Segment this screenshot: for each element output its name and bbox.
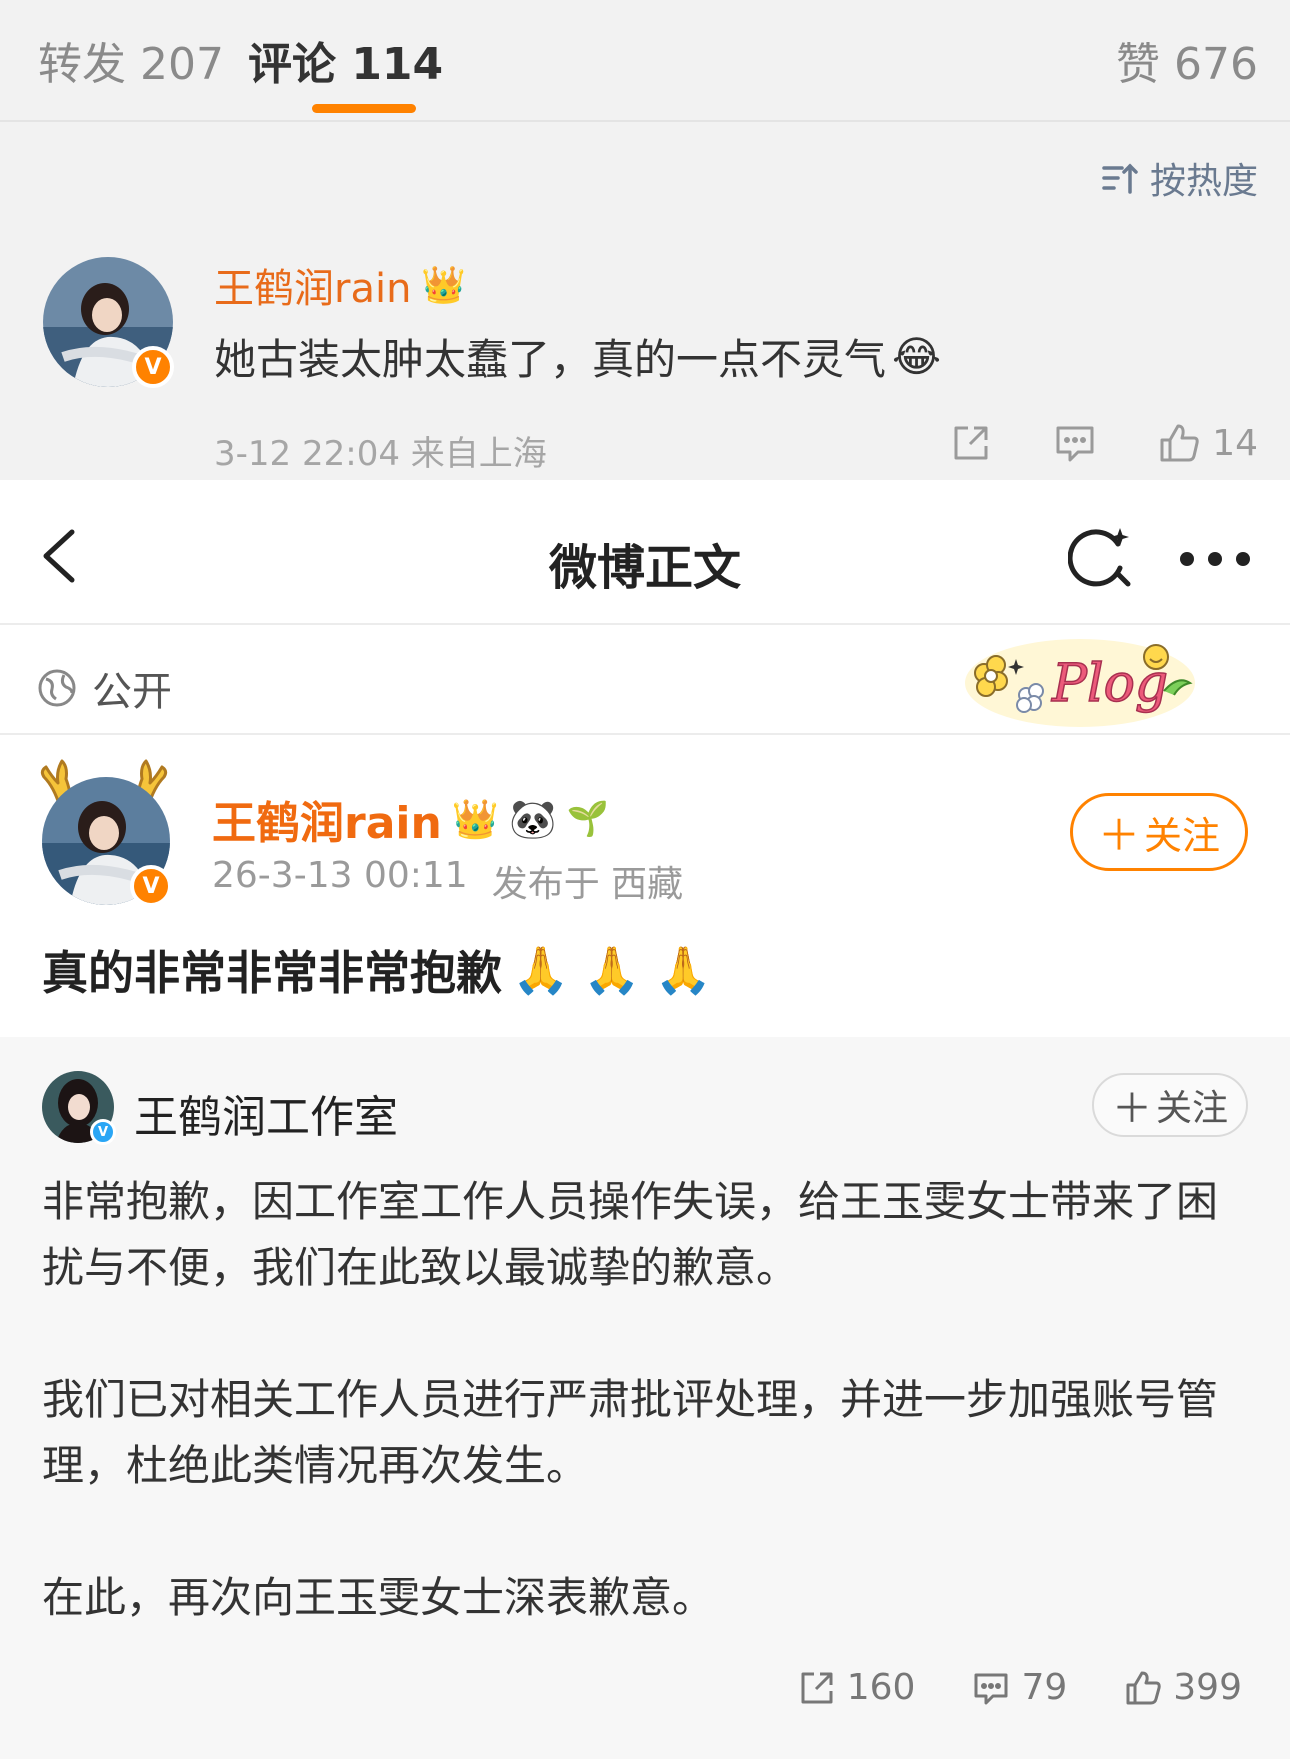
globe-icon bbox=[38, 669, 76, 707]
more-icon[interactable] bbox=[1180, 552, 1250, 566]
repost-author[interactable]: 王鹤润工作室 bbox=[134, 1081, 398, 1145]
repost-actions: 160 79 399 bbox=[797, 1667, 1242, 1708]
like-icon bbox=[1126, 1671, 1161, 1704]
folded-hands-icon: 🙏 bbox=[654, 942, 712, 997]
plus-icon: ＋ bbox=[1111, 1086, 1152, 1132]
search-icon[interactable] bbox=[1068, 524, 1134, 590]
comment-like-count: 14 bbox=[1212, 422, 1258, 464]
like-icon bbox=[1160, 424, 1199, 462]
visibility-bar: 公开 Plog bbox=[0, 627, 1290, 735]
post-author[interactable]: 王鹤润rain 👑 🐼 🌱 bbox=[212, 787, 609, 851]
repost-paragraph: 非常抱歉，因工作室工作人员操作失误，给王玉雯女士带来了困扰与不便，我们在此致以最… bbox=[42, 1177, 1219, 1292]
repost-paragraph: 在此，再次向王玉雯女士深表歉意。 bbox=[42, 1573, 715, 1622]
verified-badge-icon: V bbox=[130, 865, 172, 907]
crown-icon: 👑 bbox=[421, 265, 467, 306]
comment-count: 79 bbox=[1021, 1667, 1068, 1708]
like-button[interactable]: 14 bbox=[1156, 420, 1258, 466]
tab-likes[interactable]: 赞 676 bbox=[1116, 28, 1258, 92]
post-location: 发布于 西藏 bbox=[491, 864, 684, 905]
active-tab-indicator bbox=[312, 104, 416, 113]
post-date: 26-3-13 00:11 bbox=[212, 855, 468, 896]
repost-share-button[interactable]: 160 bbox=[797, 1667, 916, 1708]
share-icon bbox=[954, 426, 988, 460]
post-body: 真的非常非常非常抱歉 bbox=[42, 946, 502, 1000]
visibility-label: 公开 bbox=[36, 659, 172, 717]
verified-badge-icon: V bbox=[132, 346, 174, 388]
sprout-icon: 🌱 bbox=[566, 799, 609, 839]
follow-label: 关注 bbox=[1144, 813, 1221, 858]
share-button[interactable] bbox=[948, 420, 994, 466]
like-count: 399 bbox=[1173, 1667, 1242, 1708]
comment-text: 她古装太肿太蠢了，真的一点不灵气 😂 bbox=[214, 326, 941, 387]
folded-hands-icon: 🙏 bbox=[583, 942, 641, 997]
repost-follow-label: 关注 bbox=[1155, 1088, 1228, 1129]
nav-bar: 微博正文 bbox=[0, 480, 1290, 625]
comment-meta: 3-12 22:04 来自上海 bbox=[214, 434, 547, 474]
comment-actions: 14 bbox=[948, 420, 1258, 466]
share-icon bbox=[801, 1672, 833, 1703]
comment-body: 她古装太肿太蠢了，真的一点不灵气 bbox=[214, 335, 887, 384]
repost-paragraph: 我们已对相关工作人员进行严肃批评处理，并进一步加强账号管理，杜绝此类情况再次发生… bbox=[42, 1375, 1219, 1490]
repost-like-button[interactable]: 399 bbox=[1123, 1667, 1242, 1708]
follow-button[interactable]: ＋ 关注 bbox=[1070, 793, 1248, 871]
comment-author[interactable]: 王鹤润rain 👑 bbox=[214, 256, 466, 314]
share-count: 160 bbox=[846, 1667, 916, 1708]
sort-icon bbox=[1102, 163, 1138, 194]
crown-icon: 👑 bbox=[451, 796, 500, 841]
visibility-text: 公开 bbox=[92, 669, 172, 715]
verified-badge-icon: V bbox=[90, 1119, 116, 1145]
comment-author-name: 王鹤润rain bbox=[214, 266, 412, 312]
tab-reposts[interactable]: 转发 207 bbox=[38, 28, 224, 92]
reply-button[interactable] bbox=[1052, 420, 1098, 466]
laughing-emoji-icon: 😂 bbox=[892, 332, 942, 381]
divider bbox=[0, 120, 1290, 122]
post-meta: 26-3-13 00:11 发布于 西藏 bbox=[212, 855, 683, 907]
tab-comments[interactable]: 评论 114 bbox=[248, 28, 443, 92]
panda-icon: 🐼 bbox=[509, 796, 557, 841]
post-text: 真的非常非常非常抱歉 🙏 🙏 🙏 bbox=[42, 937, 712, 1003]
sort-label: 按热度 bbox=[1149, 161, 1258, 202]
plog-sticker: Plog bbox=[965, 639, 1195, 727]
comments-section: 转发 207 评论 114 赞 676 按热度 V 王鹤润rain 👑 她古装太… bbox=[0, 0, 1290, 480]
folded-hands-icon: 🙏 bbox=[512, 942, 570, 997]
plus-icon: ＋ bbox=[1097, 810, 1140, 860]
repost-follow-button[interactable]: ＋ 关注 bbox=[1092, 1073, 1248, 1137]
comment-icon bbox=[974, 1673, 1008, 1704]
post-author-name: 王鹤润rain bbox=[212, 798, 442, 849]
repost-card[interactable]: V 王鹤润工作室 ＋ 关注 非常抱歉，因工作室工作人员操作失误，给王玉雯女士带来… bbox=[0, 1037, 1290, 1759]
reply-icon bbox=[1056, 426, 1094, 462]
post-section: V 王鹤润rain 👑 🐼 🌱 26-3-13 00:11 发布于 西藏 ＋ 关… bbox=[0, 737, 1290, 1037]
repost-comment-button[interactable]: 79 bbox=[971, 1667, 1067, 1708]
sort-button[interactable]: 按热度 bbox=[1100, 152, 1258, 204]
